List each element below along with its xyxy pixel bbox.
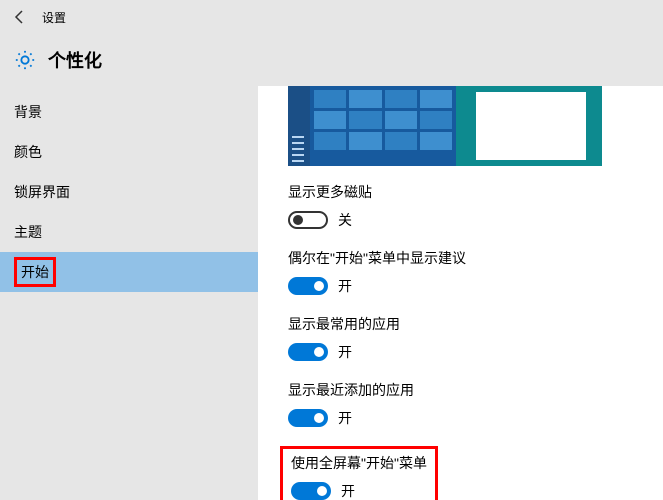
setting-label: 偶尔在"开始"菜单中显示建议: [288, 248, 633, 268]
start-preview: [288, 86, 602, 166]
toggle-state-text: 开: [338, 408, 352, 428]
sidebar-item-label: 背景: [14, 102, 42, 122]
preview-left-rail: [288, 86, 310, 166]
sidebar-item-start[interactable]: 开始: [0, 252, 258, 292]
sidebar-item-label: 颜色: [14, 142, 42, 162]
toggle-state-text: 开: [341, 481, 355, 500]
page-title: 个性化: [48, 47, 102, 73]
sidebar-item-background[interactable]: 背景: [0, 92, 258, 132]
preview-tiles: [310, 86, 456, 166]
toggle-state-text: 开: [338, 276, 352, 296]
window-title: 设置: [42, 9, 66, 26]
setting-suggestions: 偶尔在"开始"菜单中显示建议 开: [288, 248, 633, 296]
sidebar-item-label: 主题: [14, 222, 42, 242]
toggle-most-used[interactable]: [288, 343, 328, 361]
setting-most-used: 显示最常用的应用 开: [288, 314, 633, 362]
gear-icon: [14, 49, 36, 71]
annotation-highlight: 使用全屏幕"开始"菜单 开: [280, 446, 438, 500]
sidebar-item-themes[interactable]: 主题: [0, 212, 258, 252]
toggle-fullscreen-start[interactable]: [291, 482, 331, 500]
preview-start-panel: [288, 86, 456, 166]
toggle-recently-added[interactable]: [288, 409, 328, 427]
preview-window: [476, 92, 586, 160]
setting-fullscreen-start: 使用全屏幕"开始"菜单 开: [288, 446, 633, 500]
titlebar: 设置: [0, 0, 663, 34]
sidebar-item-colors[interactable]: 颜色: [0, 132, 258, 172]
content: 显示更多磁贴 关 偶尔在"开始"菜单中显示建议 开 显示最常用的应用 开 显示最…: [258, 86, 663, 500]
sidebar-item-lockscreen[interactable]: 锁屏界面: [0, 172, 258, 212]
toggle-state-text: 开: [338, 342, 352, 362]
back-button[interactable]: [8, 5, 32, 29]
toggle-suggestions[interactable]: [288, 277, 328, 295]
toggle-more-tiles[interactable]: [288, 211, 328, 229]
setting-recently-added: 显示最近添加的应用 开: [288, 380, 633, 428]
sidebar: 背景 颜色 锁屏界面 主题 开始: [0, 86, 258, 500]
sidebar-item-label: 开始: [21, 264, 49, 280]
annotation-highlight: 开始: [14, 257, 56, 287]
arrow-left-icon: [12, 9, 28, 25]
toggle-state-text: 关: [338, 210, 352, 230]
setting-label: 使用全屏幕"开始"菜单: [291, 453, 427, 473]
setting-label: 显示最近添加的应用: [288, 380, 633, 400]
setting-more-tiles: 显示更多磁贴 关: [288, 182, 633, 230]
setting-label: 显示更多磁贴: [288, 182, 633, 202]
sidebar-item-label: 锁屏界面: [14, 182, 70, 202]
header: 个性化: [0, 34, 663, 86]
setting-label: 显示最常用的应用: [288, 314, 633, 334]
